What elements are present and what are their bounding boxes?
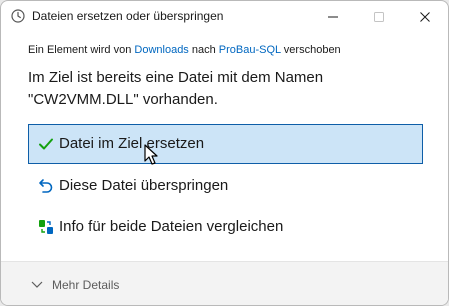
skip-file-option[interactable]: Diese Datei überspringen (28, 166, 423, 206)
conflict-message: Im Ziel ist bereits eine Datei mit dem N… (28, 67, 428, 111)
move-info: Ein Element wird von Downloads nach ProB… (28, 44, 341, 56)
conflict-message-line1: Im Ziel ist bereits eine Datei mit dem N… (28, 69, 324, 86)
destination-folder-link[interactable]: ProBau-SQL (219, 44, 281, 56)
replace-or-skip-dialog: Dateien ersetzen oder überspringen Ein E… (0, 0, 449, 306)
mouse-cursor-icon (144, 144, 158, 165)
skip-file-label: Diese Datei überspringen (59, 177, 229, 194)
clock-icon (11, 9, 25, 23)
replace-file-label: Datei im Ziel ersetzen (59, 135, 205, 152)
maximize-button[interactable] (356, 1, 402, 33)
close-button[interactable] (402, 1, 448, 33)
chevron-down-icon (31, 281, 43, 288)
undo-arrow-icon (39, 179, 53, 193)
replace-file-option[interactable]: Datei im Ziel ersetzen (28, 124, 423, 164)
compare-files-icon (39, 220, 53, 234)
move-info-middle: nach (188, 44, 219, 56)
minimize-button[interactable] (310, 1, 356, 33)
source-folder-link[interactable]: Downloads (134, 44, 188, 56)
move-info-suffix: verschoben (280, 44, 341, 56)
maximize-icon (374, 12, 384, 22)
close-icon (420, 12, 430, 22)
more-details-label: Mehr Details (52, 278, 120, 292)
move-info-prefix: Ein Element wird von (28, 44, 135, 56)
minimize-icon (328, 16, 338, 18)
compare-files-label: Info für beide Dateien vergleichen (59, 218, 284, 235)
dialog-footer: Mehr Details (1, 261, 448, 305)
title-bar: Dateien ersetzen oder überspringen (1, 1, 448, 33)
window-title: Dateien ersetzen oder überspringen (32, 9, 224, 23)
compare-files-option[interactable]: Info für beide Dateien vergleichen (28, 207, 423, 247)
conflict-message-line2: "CW2VMM.DLL" vorhanden. (28, 91, 218, 108)
checkmark-icon (39, 138, 53, 150)
